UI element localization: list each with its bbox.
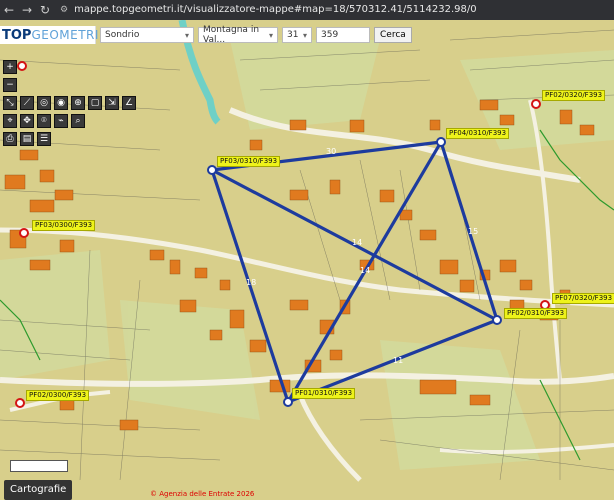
layers-icon[interactable]: ▤ (20, 132, 34, 146)
distance-label: 15 (468, 227, 479, 236)
printer-icon[interactable]: ⎙ (3, 132, 17, 146)
sheet-select[interactable]: 31 ▾ (282, 27, 312, 43)
scale-bar (10, 460, 68, 472)
reload-icon[interactable]: ↻ (36, 1, 54, 19)
search-button[interactable]: Cerca (374, 27, 412, 43)
measure-area-icon[interactable]: ⇲ (105, 96, 119, 110)
ruler-icon[interactable]: ⤡ (3, 96, 17, 110)
square-icon[interactable]: ▢ (88, 96, 102, 110)
site-info-icon[interactable]: ⚙ (60, 3, 68, 17)
compass-icon[interactable]: ⊕ (71, 96, 85, 110)
plus-icon[interactable]: + (3, 60, 17, 74)
distance-label: 11 (393, 356, 404, 365)
map-canvas[interactable]: PF03/0310/F393 PF04/0310/F393 PF02/0320/… (0, 20, 614, 500)
point-label-pf02-0310[interactable]: PF02/0310/F393 (504, 308, 568, 319)
cadastral-map (0, 20, 614, 500)
parcel-input[interactable]: 359 (316, 27, 370, 43)
pin-icon[interactable]: ⌖ (3, 114, 17, 128)
point-label-pf04-0310[interactable]: PF04/0310/F393 (446, 128, 510, 139)
url-text: mappe.topgeometri.it/visualizzatore-mapp… (74, 4, 477, 15)
distance-label: 18 (246, 278, 257, 287)
cartografie-button[interactable]: Cartografie (4, 480, 73, 500)
point-label-pf01-0310[interactable]: PF01/0310/F393 (292, 388, 356, 399)
zoom-search-icon[interactable]: ⌕ (71, 114, 85, 128)
distance-label: 14 (360, 266, 371, 275)
chevron-down-icon: ▾ (184, 30, 189, 40)
marker-icon[interactable]: ⌁ (54, 114, 68, 128)
line-measure-icon[interactable]: ⟋ (20, 96, 34, 110)
topgeometri-logo: TOP GEOMETRI (0, 26, 99, 44)
distance-label: 30 (326, 147, 337, 156)
chevron-down-icon: ▾ (268, 30, 273, 40)
target-icon[interactable]: ◎ (37, 96, 51, 110)
point-label-pf07-0320[interactable]: PF07/0320/F393 (552, 293, 614, 304)
forward-icon[interactable]: → (18, 1, 36, 19)
browser-toolbar: ← → ↻ ⚙ mappe.topgeometri.it/visualizzat… (0, 0, 614, 20)
point-label-pf03-0300[interactable]: PF03/0300/F393 (32, 220, 96, 231)
locate-icon[interactable]: ⌾ (37, 114, 51, 128)
copyright-text: © Agenzia delle Entrate 2026 (150, 490, 255, 498)
point-label-pf03-0310[interactable]: PF03/0310/F393 (217, 156, 281, 167)
address-bar[interactable]: ⚙ mappe.topgeometri.it/visualizzatore-ma… (60, 3, 477, 17)
municipality-select[interactable]: Montagna in Val... ▾ (198, 25, 278, 45)
move-icon[interactable]: ✥ (20, 114, 34, 128)
point-label-pf02-0320[interactable]: PF02/0320/F393 (542, 90, 606, 101)
list-icon[interactable]: ☰ (37, 132, 51, 146)
minus-icon[interactable]: − (3, 78, 17, 92)
distance-label: 14 (352, 238, 363, 247)
measure-angle-icon[interactable]: ∠ (122, 96, 136, 110)
point-label-pf02-0300[interactable]: PF02/0300/F393 (26, 390, 90, 401)
parcel-search-bar: TOP GEOMETRI Sondrio ▾ Montagna in Val...… (0, 25, 614, 45)
chevron-down-icon: ▾ (302, 30, 307, 40)
province-select[interactable]: Sondrio ▾ (100, 27, 194, 43)
back-icon[interactable]: ← (0, 1, 18, 19)
circle-icon[interactable]: ◉ (54, 96, 68, 110)
